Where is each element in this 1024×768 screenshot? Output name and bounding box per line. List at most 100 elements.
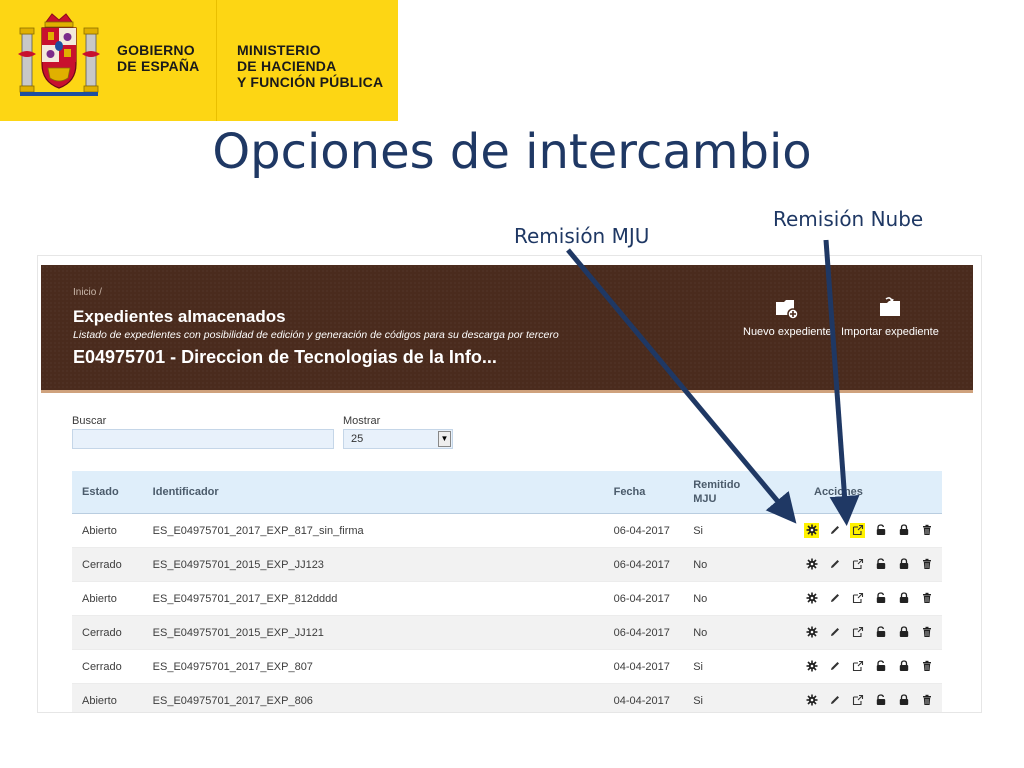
gear-icon[interactable] [804,659,819,674]
lock-icon[interactable] [896,557,911,572]
cell-identificador: ES_E04975701_2017_EXP_812dddd [142,581,604,616]
unlock-icon[interactable] [873,625,888,640]
new-expediente-button[interactable]: Nuevo expediente [743,297,832,338]
cell-fecha: 04-04-2017 [603,683,684,712]
pencil-icon[interactable] [827,659,842,674]
cell-acciones [760,683,942,712]
pencil-icon[interactable] [827,693,842,708]
table-row[interactable]: Abierto ES_E04975701_2017_EXP_806 04-04-20… [72,683,942,712]
callout-remision-mju: Remisión MJU [514,224,650,248]
trash-icon[interactable] [919,659,934,674]
pencil-icon[interactable] [827,625,842,640]
pencil-icon[interactable] [827,557,842,572]
ministerio-line-2: DE HACIENDA [237,58,337,74]
page-size-value: 25 [351,433,364,445]
lock-icon[interactable] [896,625,911,640]
trash-icon[interactable] [919,523,934,538]
cell-estado: Cerrado [72,649,143,684]
expedientes-table: Estado Identificador Fecha Remitido MJU … [72,471,942,712]
share-icon[interactable] [850,523,865,538]
share-icon[interactable] [850,557,865,572]
cell-fecha: 06-04-2017 [603,615,684,650]
search-label: Buscar [72,415,107,427]
column-header-acciones: Acciones [760,471,942,514]
cell-acciones [760,649,942,684]
remitido-line-1: Remitido [693,479,741,491]
cell-remitido: No [683,615,760,650]
trash-icon[interactable] [919,591,934,606]
lock-icon[interactable] [896,659,911,674]
table-row[interactable]: Cerrado ES_E04975701_2017_EXP_807 04-04-20… [72,649,942,684]
dropdown-arrow-icon[interactable]: ▼ [438,431,451,447]
import-expediente-button[interactable]: Importar expediente [841,297,939,338]
gobierno-label: GOBIERNO DE ESPAÑA [117,42,199,74]
trash-icon[interactable] [919,693,934,708]
new-folder-icon [776,300,800,320]
breadcrumb[interactable]: Inicio / [73,287,102,298]
unlock-icon[interactable] [873,557,888,572]
cell-identificador: ES_E04975701_2017_EXP_817_sin_firma [142,513,604,548]
gear-icon[interactable] [804,625,819,640]
app-screenshot: Inicio / Expedientes almacenados Listado… [37,255,982,713]
table-row[interactable]: Cerrado ES_E04975701_2015_EXP_JJ123 06-04-… [72,547,942,582]
column-header-identificador[interactable]: Identificador [142,471,604,514]
share-icon[interactable] [850,625,865,640]
table-row[interactable]: Abierto ES_E04975701_2017_EXP_817_sin_fir… [72,513,942,548]
cell-identificador: ES_E04975701_2017_EXP_807 [142,649,604,684]
trash-icon[interactable] [919,557,934,572]
callout-remision-nube: Remisión Nube [773,207,924,231]
lock-icon[interactable] [896,693,911,708]
table-row[interactable]: Cerrado ES_E04975701_2015_EXP_JJ121 06-04-… [72,615,942,650]
cell-estado: Abierto [72,683,143,712]
column-header-remitido[interactable]: Remitido MJU [683,471,760,514]
cell-acciones [760,581,942,616]
cell-acciones [760,513,942,548]
show-label: Mostrar [343,415,381,427]
cell-identificador: ES_E04975701_2017_EXP_806 [142,683,604,712]
header-divider [41,390,973,393]
unlock-icon[interactable] [873,693,888,708]
ministerio-label: MINISTERIO DE HACIENDA Y FUNCIÓN PÚBLICA [237,42,383,90]
page-title: Expedientes almacenados [73,307,286,326]
cell-estado: Cerrado [72,615,143,650]
pencil-icon[interactable] [827,523,842,538]
cell-acciones [760,547,942,582]
share-icon[interactable] [850,693,865,708]
cell-remitido: Si [683,683,760,712]
pencil-icon[interactable] [827,591,842,606]
cell-estado: Abierto [72,581,143,616]
cell-remitido: No [683,581,760,616]
share-icon[interactable] [850,591,865,606]
gear-icon[interactable] [804,591,819,606]
entity-title: E04975701 - Direccion de Tecnologias de … [73,347,497,367]
page-header: Inicio / Expedientes almacenados Listado… [41,265,973,392]
trash-icon[interactable] [919,625,934,640]
page-subtitle: Listado de expedientes con posibilidad d… [73,329,559,341]
cell-fecha: 06-04-2017 [603,547,684,582]
banner-divider [216,0,217,121]
gear-icon[interactable] [804,557,819,572]
search-input[interactable] [72,429,334,449]
unlock-icon[interactable] [873,591,888,606]
cell-fecha: 06-04-2017 [603,513,684,548]
gobierno-line-2: DE ESPAÑA [117,58,200,74]
remitido-line-2: MJU [693,493,717,505]
import-expediente-label: Importar expediente [841,326,939,338]
column-header-estado[interactable]: Estado [72,471,143,514]
lock-icon[interactable] [896,523,911,538]
gobierno-line-1: GOBIERNO [117,42,195,58]
cell-remitido: Si [683,649,760,684]
lock-icon[interactable] [896,591,911,606]
gear-icon[interactable] [804,693,819,708]
government-banner: GOBIERNO DE ESPAÑA MINISTERIO DE HACIEND… [0,0,398,121]
table-row[interactable]: Abierto ES_E04975701_2017_EXP_812dddd 06-0… [72,581,942,616]
share-icon[interactable] [850,659,865,674]
import-folder-icon [879,297,900,316]
unlock-icon[interactable] [873,523,888,538]
slide-title: Opciones de intercambio [212,124,812,180]
gear-icon[interactable] [804,523,819,538]
column-header-fecha[interactable]: Fecha [603,471,684,514]
cell-fecha: 04-04-2017 [603,649,684,684]
unlock-icon[interactable] [873,659,888,674]
page-size-select[interactable]: 25 ▼ [343,429,453,449]
